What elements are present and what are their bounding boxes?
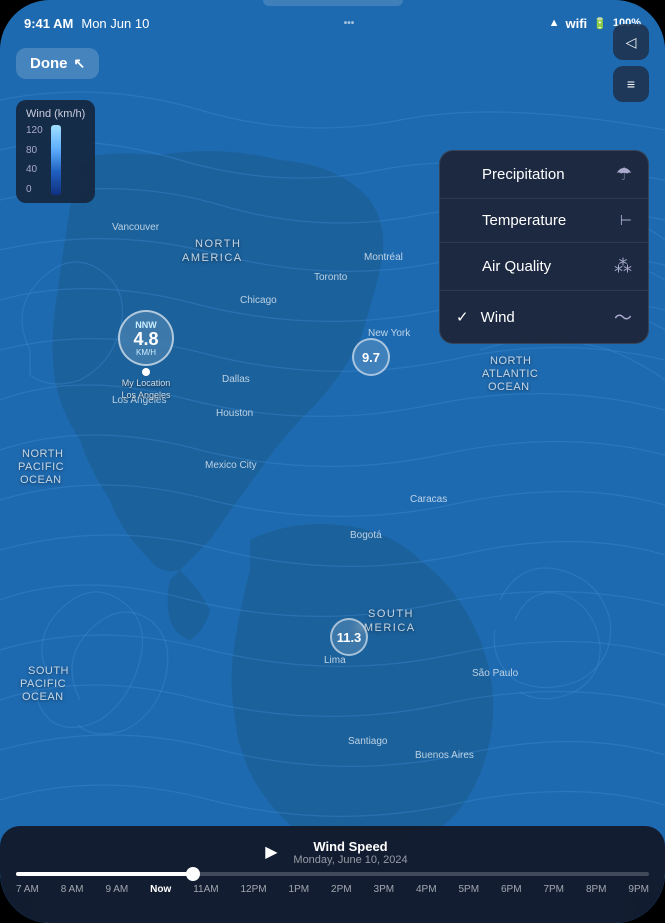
timeline-labels: 7 AM 8 AM 9 AM Now 11AM 12PM 1PM 2PM 3PM…	[16, 884, 649, 895]
wind-legend: Wind (km/h) 120 80 40 0	[16, 100, 95, 203]
timeline-date: Monday, June 10, 2024	[293, 854, 407, 866]
wind-legend-title: Wind (km/h)	[26, 108, 85, 120]
wind-pin-city: Los Angeles	[121, 390, 170, 400]
done-label: Done	[30, 55, 68, 72]
top-bar: Done ↖ ◁ ≡	[0, 38, 665, 88]
time-label-2pm: 2PM	[331, 884, 352, 895]
done-button[interactable]: Done ↖	[16, 48, 99, 79]
center-dots: •••	[309, 18, 389, 29]
time-label-8pm: 8PM	[586, 884, 607, 895]
wind-direction-main: NNW	[135, 320, 157, 330]
scale-120: 120	[26, 125, 43, 136]
wind-circle-lima[interactable]: 11.3	[330, 618, 368, 656]
precipitation-icon: ☂	[616, 164, 632, 185]
location-button[interactable]: ◁	[613, 24, 649, 60]
time-label-7am: 7 AM	[16, 884, 39, 895]
scale-40: 40	[26, 164, 43, 175]
top-right-buttons: ◁ ≡	[613, 24, 649, 102]
location-icon: ◁	[626, 34, 637, 51]
color-bar	[51, 125, 61, 195]
time-label-6pm: 6PM	[501, 884, 522, 895]
play-icon: ▶	[265, 842, 277, 862]
cursor-icon: ↖	[74, 55, 86, 72]
time-label-8am: 8 AM	[61, 884, 84, 895]
air-quality-label: Air Quality	[482, 258, 551, 275]
temperature-icon: ⊢	[620, 212, 632, 229]
scale-0: 0	[26, 184, 43, 195]
time-label-9pm: 9PM	[628, 884, 649, 895]
wind-speed-newyork: 9.7	[362, 350, 380, 365]
wind-bubble-main: NNW 4.8 KM/H	[118, 310, 174, 366]
wind-circle-newyork[interactable]: 9.7	[352, 338, 390, 376]
time-label-7pm: 7PM	[543, 884, 564, 895]
timeline-title: Wind Speed	[293, 839, 407, 854]
air-quality-icon: ⁂	[614, 256, 632, 277]
time-label-5pm: 5PM	[458, 884, 479, 895]
timeline-thumb	[186, 867, 200, 881]
scale-80: 80	[26, 145, 43, 156]
time-label-9am: 9 AM	[105, 884, 128, 895]
time-label-4pm: 4PM	[416, 884, 437, 895]
layer-dropdown: Precipitation ☂ Temperature ⊢ Air Qualit…	[439, 150, 649, 344]
signal-icon: ▲	[549, 17, 560, 29]
device-frame: 9:41 AM Mon Jun 10 ••• ▲ wifi 🔋 100% Don…	[0, 0, 665, 923]
timeline-track[interactable]	[16, 872, 649, 876]
timeline-fill	[16, 872, 193, 876]
time-label-1pm: 1PM	[289, 884, 310, 895]
time-label-now: Now	[150, 884, 171, 895]
battery-icon: 🔋	[593, 17, 607, 30]
timeline-header: ▶ Wind Speed Monday, June 10, 2024	[16, 838, 649, 866]
wind-icon: 〜	[614, 304, 632, 330]
temperature-label: Temperature	[482, 212, 566, 229]
status-time: 9:41 AM	[24, 16, 73, 31]
time-label-11am: 11AM	[193, 884, 218, 895]
wind-label: Wind	[481, 309, 515, 326]
legend-scale: 120 80 40 0	[26, 125, 43, 195]
map-background	[0, 0, 665, 923]
status-date: Mon Jun 10	[81, 16, 149, 31]
wind-pin-main[interactable]: NNW 4.8 KM/H My Location Los Angeles	[118, 310, 174, 400]
layers-button[interactable]: ≡	[613, 66, 649, 102]
play-button[interactable]: ▶	[257, 838, 285, 866]
wind-speed-lima: 11.3	[337, 630, 362, 645]
menu-item-air-quality[interactable]: Air Quality ⁂	[440, 243, 648, 291]
menu-item-temperature[interactable]: Temperature ⊢	[440, 199, 648, 243]
wind-unit-main: KM/H	[136, 348, 156, 357]
wind-legend-bar: 120 80 40 0	[26, 125, 85, 195]
wind-pin-dot-main	[142, 368, 150, 376]
menu-item-wind[interactable]: ✓ Wind 〜	[440, 291, 648, 343]
menu-item-precipitation[interactable]: Precipitation ☂	[440, 151, 648, 199]
time-label-3pm: 3PM	[374, 884, 395, 895]
timeline-title-block: Wind Speed Monday, June 10, 2024	[293, 839, 407, 866]
wind-speed-main: 4.8	[133, 330, 158, 348]
wind-pin-sublabel: My Location	[122, 378, 171, 388]
precipitation-label: Precipitation	[482, 166, 565, 183]
wind-checkmark: ✓	[456, 308, 469, 326]
layers-icon: ≡	[627, 76, 635, 92]
wifi-icon: wifi	[565, 16, 587, 31]
device-notch	[263, 0, 403, 6]
time-label-12pm: 12PM	[241, 884, 267, 895]
timeline-bar: ▶ Wind Speed Monday, June 10, 2024 7 AM …	[0, 826, 665, 923]
